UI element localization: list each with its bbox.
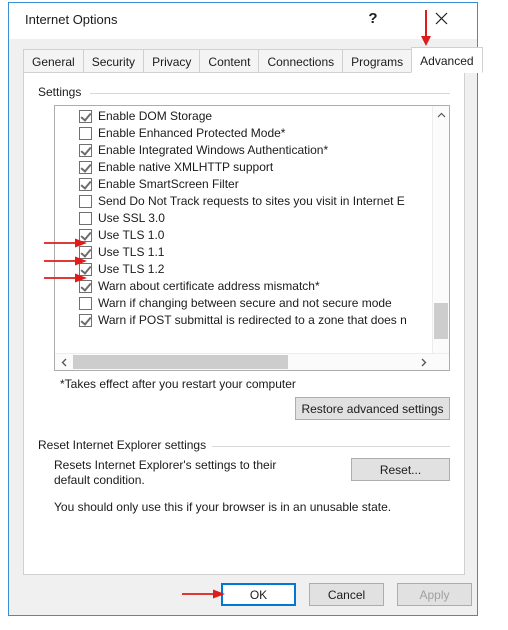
list-item-label: Enable native XMLHTTP support [98, 160, 274, 174]
list-item-label: Enable SmartScreen Filter [98, 177, 239, 191]
list-item-use-tls-10[interactable]: Use TLS 1.0 [55, 227, 432, 244]
chevron-right-icon[interactable] [415, 354, 432, 370]
cancel-button[interactable]: Cancel [309, 583, 384, 606]
tab-general[interactable]: General [23, 49, 84, 73]
list-item-label: Warn about certificate address mismatch* [98, 279, 320, 293]
list-item[interactable]: Enable DOM Storage [55, 108, 432, 125]
settings-group-divider [90, 93, 450, 94]
list-item[interactable]: Use SSL 3.0 [55, 210, 432, 227]
checkbox-checked-icon[interactable] [79, 246, 92, 259]
restore-advanced-settings-button[interactable]: Restore advanced settings [295, 397, 450, 420]
list-item-label: Use TLS 1.0 [98, 228, 165, 242]
ok-button[interactable]: OK [221, 583, 296, 606]
vertical-scrollbar-thumb[interactable] [434, 303, 448, 339]
list-item[interactable]: Warn if POST submittal is redirected to … [55, 312, 432, 329]
list-item[interactable]: Enable SmartScreen Filter [55, 176, 432, 193]
settings-listbox[interactable]: Enable DOM Storage Enable Enhanced Prote… [54, 105, 450, 371]
tab-programs[interactable]: Programs [342, 49, 413, 73]
apply-button[interactable]: Apply [397, 583, 472, 606]
reset-button[interactable]: Reset... [351, 458, 450, 481]
reset-description: Resets Internet Explorer's settings to t… [54, 458, 277, 487]
settings-group: Settings Enable DOM Storage Enable Enhan… [38, 85, 450, 425]
close-button[interactable] [421, 3, 461, 33]
list-item-label: Enable Enhanced Protected Mode* [98, 126, 286, 140]
list-item-label: Enable DOM Storage [98, 109, 213, 123]
settings-group-label: Settings [38, 85, 88, 99]
horizontal-scrollbar[interactable] [55, 353, 449, 370]
checkbox-checked-icon[interactable] [79, 110, 92, 123]
list-item-use-tls-11[interactable]: Use TLS 1.1 [55, 244, 432, 261]
list-item[interactable]: Enable Integrated Windows Authentication… [55, 142, 432, 159]
list-item[interactable]: Warn about certificate address mismatch* [55, 278, 432, 295]
internet-options-dialog: Internet Options ? General Security Priv… [8, 2, 483, 616]
advanced-tab-panel: Settings Enable DOM Storage Enable Enhan… [23, 72, 465, 575]
list-item[interactable]: Enable native XMLHTTP support [55, 159, 432, 176]
tab-advanced[interactable]: Advanced [411, 47, 483, 73]
checkbox-checked-icon[interactable] [79, 263, 92, 276]
action-bar: OK Cancel Apply [9, 575, 477, 615]
list-item-label: Use TLS 1.1 [98, 245, 165, 259]
checkbox-checked-icon[interactable] [79, 161, 92, 174]
chevron-up-icon[interactable] [433, 106, 449, 123]
checkbox-checked-icon[interactable] [79, 178, 92, 191]
settings-list: Enable DOM Storage Enable Enhanced Prote… [55, 108, 432, 329]
list-item[interactable]: Enable Enhanced Protected Mode* [55, 125, 432, 142]
tab-strip: General Security Privacy Content Connect… [23, 47, 483, 73]
title-bar: Internet Options ? [9, 3, 477, 39]
reset-group-divider [201, 446, 450, 447]
tab-security[interactable]: Security [82, 49, 145, 73]
reset-group: Reset Internet Explorer settings Resets … [38, 438, 450, 538]
checkbox-checked-icon[interactable] [79, 314, 92, 327]
horizontal-scrollbar-thumb[interactable] [73, 355, 288, 369]
restart-note: *Takes effect after you restart your com… [60, 377, 296, 391]
checkbox-checked-icon[interactable] [79, 280, 92, 293]
checkbox-unchecked-icon[interactable] [79, 297, 92, 310]
tab-privacy[interactable]: Privacy [143, 49, 201, 73]
list-item[interactable]: Warn if changing between secure and not … [55, 295, 432, 312]
list-item-label: Warn if changing between secure and not … [98, 296, 392, 310]
list-item-label: Use TLS 1.2 [98, 262, 165, 276]
help-button[interactable]: ? [353, 3, 393, 33]
checkbox-checked-icon[interactable] [79, 229, 92, 242]
tab-content[interactable]: Content [199, 49, 260, 73]
list-item-use-tls-12[interactable]: Use TLS 1.2 [55, 261, 432, 278]
checkbox-unchecked-icon[interactable] [79, 195, 92, 208]
list-item[interactable]: Send Do Not Track requests to sites you … [55, 193, 432, 210]
reset-warning-text: You should only use this if your browser… [54, 500, 392, 514]
window-title: Internet Options [25, 12, 118, 27]
vertical-scrollbar[interactable] [432, 106, 449, 370]
tab-connections[interactable]: Connections [258, 49, 344, 73]
list-item-label: Warn if POST submittal is redirected to … [98, 313, 407, 327]
list-item-label: Send Do Not Track requests to sites you … [98, 194, 405, 208]
checkbox-checked-icon[interactable] [79, 144, 92, 157]
close-icon [435, 12, 448, 25]
reset-group-label: Reset Internet Explorer settings [38, 438, 213, 452]
checkbox-unchecked-icon[interactable] [79, 212, 92, 225]
list-item-label: Enable Integrated Windows Authentication… [98, 143, 329, 157]
list-item-label: Use SSL 3.0 [98, 211, 165, 225]
checkbox-unchecked-icon[interactable] [79, 127, 92, 140]
chevron-left-icon[interactable] [55, 354, 72, 370]
